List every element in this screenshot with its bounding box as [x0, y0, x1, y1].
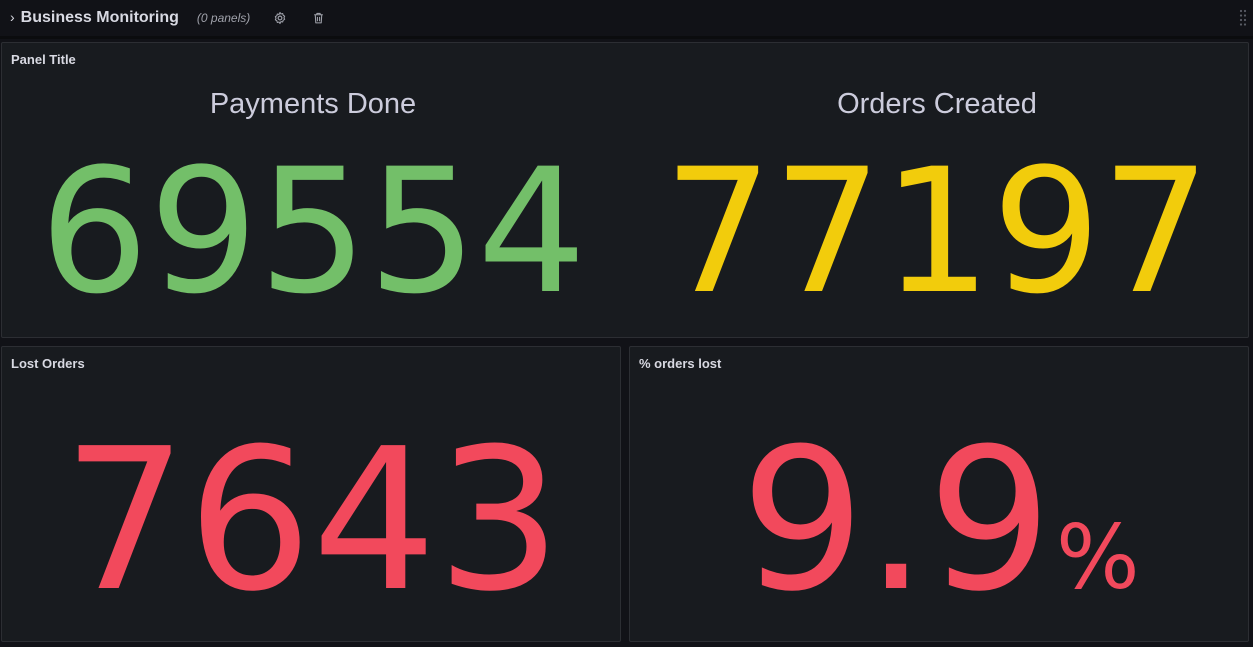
row-header: › Business Monitoring (0 panels)	[0, 0, 1253, 36]
dashboard: › Business Monitoring (0 panels) Panel T…	[0, 0, 1253, 647]
gear-icon	[275, 11, 286, 25]
stat-value-orders: 77197	[663, 131, 1211, 332]
percent-unit: %	[1056, 506, 1140, 609]
panel-payments-orders: Panel Title Payments Done 69554 Orders C…	[1, 42, 1249, 338]
row-panel-count: (0 panels)	[196, 11, 251, 25]
stat-value-percent-lost: 9.9%	[640, 423, 1240, 619]
stat-label-payments: Payments Done	[209, 88, 417, 120]
stat-value-lost-orders: 7643	[62, 407, 562, 635]
percent-value: 9.9	[740, 407, 1053, 635]
panel-title[interactable]: Panel Title	[11, 52, 76, 67]
trash-icon	[313, 12, 323, 24]
drag-handle-icon[interactable]	[1239, 9, 1247, 27]
stat-label-orders: Orders Created	[837, 88, 1037, 120]
panel-title[interactable]: % orders lost	[639, 356, 721, 371]
row-settings-button[interactable]	[272, 10, 288, 26]
stat-value-payments: 69554	[39, 131, 587, 332]
row-delete-button[interactable]	[310, 10, 326, 26]
panel-title[interactable]: Lost Orders	[11, 356, 85, 371]
row-title: Business Monitoring	[20, 9, 179, 26]
panel-lost-orders: Lost Orders 7643	[1, 346, 621, 642]
panel-percent-orders-lost: % orders lost 9.9%	[629, 346, 1249, 642]
row-divider	[0, 36, 1253, 39]
chevron-right-icon: ›	[10, 9, 15, 25]
row-collapse-toggle[interactable]: › Business Monitoring	[10, 9, 179, 27]
